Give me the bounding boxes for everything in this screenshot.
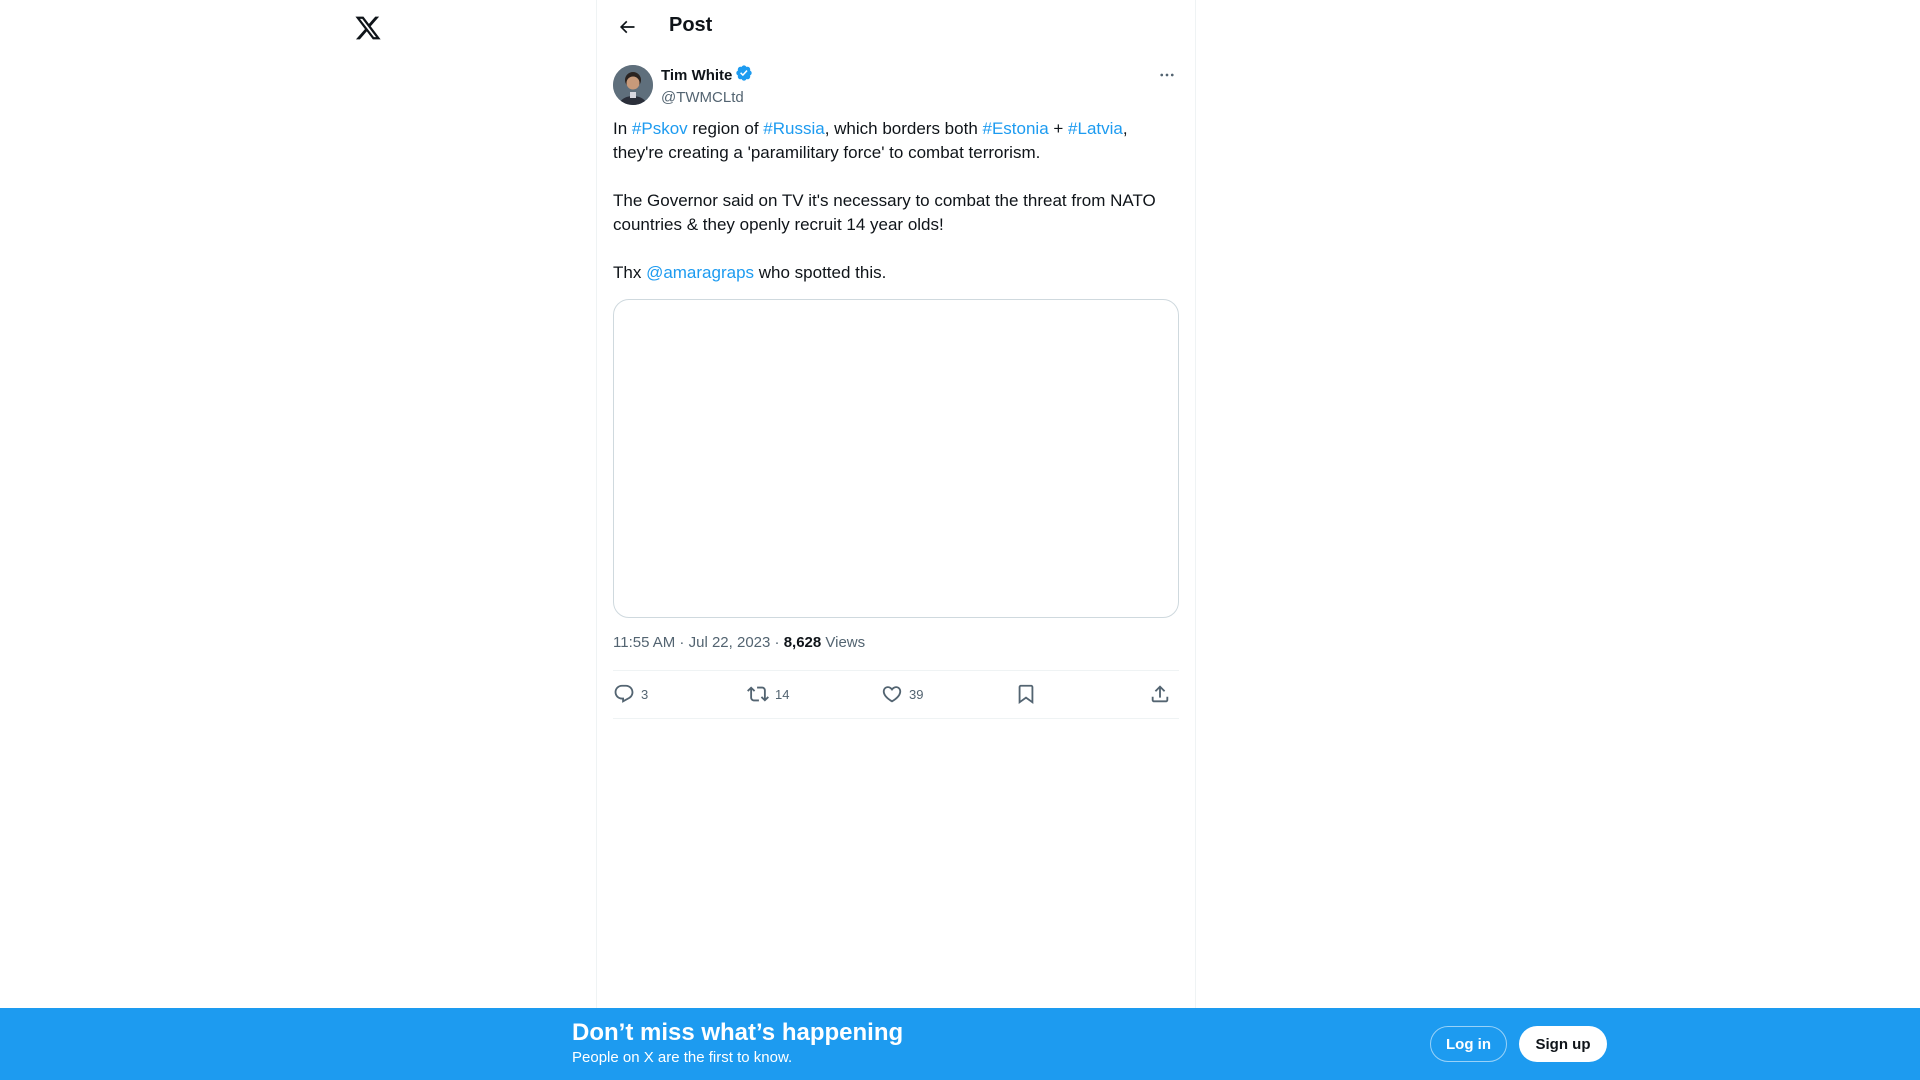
text-segment: In <box>613 119 632 138</box>
bookmark-button[interactable] <box>1015 683 1037 705</box>
reply-count: 3 <box>641 686 649 702</box>
action-bar: 3 14 39 <box>613 670 1179 719</box>
post-date[interactable]: Jul 22, 2023 <box>689 634 771 651</box>
top-bar: Post <box>597 0 1195 53</box>
media-card[interactable] <box>613 299 1179 618</box>
author-name[interactable]: Tim White <box>661 67 732 84</box>
text-segment: Thx <box>613 263 647 282</box>
separator: · <box>770 634 784 651</box>
post-paragraph: In #Pskov region of #Russia, which borde… <box>613 117 1179 165</box>
hashtag-link[interactable]: #Estonia <box>983 119 1049 138</box>
avatar[interactable] <box>613 65 653 105</box>
repost-count: 14 <box>775 686 790 702</box>
page-title: Post <box>669 14 713 36</box>
text-segment: who spotted this. <box>754 263 887 282</box>
reply-button[interactable]: 3 <box>613 683 648 705</box>
author-handle[interactable]: @TWMCLtd <box>661 89 753 106</box>
banner-title: Don’t miss what’s happening <box>572 1019 904 1046</box>
repost-icon <box>747 686 769 702</box>
back-arrow-icon[interactable] <box>612 12 642 42</box>
share-icon <box>1151 685 1169 703</box>
text-segment: region of <box>687 119 764 138</box>
login-button[interactable]: Log in <box>1430 1026 1507 1062</box>
more-icon[interactable] <box>1155 63 1179 87</box>
signup-button[interactable]: Sign up <box>1519 1026 1607 1062</box>
bookmark-icon <box>1018 684 1034 705</box>
banner-subtitle: People on X are the first to know. <box>572 1049 793 1066</box>
verified-badge-icon <box>735 64 753 87</box>
like-button[interactable]: 39 <box>881 683 923 705</box>
signup-banner: Don’t miss what’s happening People on X … <box>0 1008 1920 1080</box>
post-paragraph: The Governor said on TV it's necessary t… <box>613 191 1156 234</box>
author-block: Tim White @TWMCLtd <box>661 64 753 106</box>
like-count: 39 <box>909 686 924 702</box>
repost-button[interactable]: 14 <box>747 683 789 705</box>
text-segment: , which borders both <box>824 119 983 138</box>
hashtag-link[interactable]: #Russia <box>763 119 824 138</box>
share-button[interactable] <box>1149 683 1171 705</box>
x-logo-icon[interactable] <box>354 14 382 42</box>
text-segment: + <box>1048 119 1069 138</box>
post-time[interactable]: 11:55 AM <box>613 634 675 651</box>
hashtag-link[interactable]: #Latvia <box>1068 119 1123 138</box>
post-meta: 11:55 AM · Jul 22, 2023 · 8,628 Views <box>613 634 865 651</box>
hashtag-link[interactable]: #Pskov <box>632 119 688 138</box>
separator: · <box>675 634 689 651</box>
views-label: Views <box>821 634 866 651</box>
post-text: In #Pskov region of #Russia, which borde… <box>613 117 1179 309</box>
post-paragraph: Thx @amaragraps who spotted this. <box>613 261 1179 285</box>
main-column: Post Tim White @TWMCLtd In #Pskov region… <box>596 0 1196 1080</box>
mention-link[interactable]: @amaragraps <box>646 263 754 282</box>
reply-icon <box>614 684 634 703</box>
views-count: 8,628 <box>783 634 822 651</box>
like-icon <box>882 686 902 703</box>
